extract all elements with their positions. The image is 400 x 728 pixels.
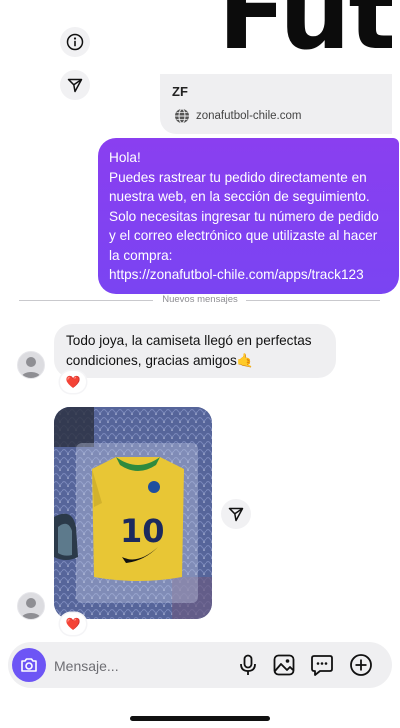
message-composer bbox=[8, 642, 392, 690]
incoming-message-text: Todo joya, la camiseta llegó en perfecta… bbox=[66, 333, 312, 368]
sticker-icon[interactable] bbox=[310, 653, 334, 677]
globe-icon bbox=[175, 108, 189, 124]
heart-reaction[interactable]: ❤️ bbox=[60, 613, 86, 635]
info-icon bbox=[66, 33, 84, 51]
incoming-photo[interactable]: 10 bbox=[54, 407, 212, 619]
default-avatar-icon bbox=[21, 357, 41, 378]
home-indicator[interactable] bbox=[130, 716, 270, 721]
outgoing-message-text: Hola! Puedes rastrear tu pedido directam… bbox=[109, 150, 379, 282]
message-input[interactable] bbox=[52, 642, 226, 690]
share-icon bbox=[228, 507, 244, 522]
info-button[interactable] bbox=[60, 27, 90, 57]
camera-button[interactable] bbox=[12, 648, 46, 682]
microphone-icon[interactable] bbox=[236, 653, 260, 677]
share-photo-button[interactable] bbox=[221, 499, 251, 529]
jersey-photo: 10 bbox=[54, 407, 212, 619]
avatar[interactable] bbox=[17, 351, 45, 379]
heart-icon: ❤️ bbox=[65, 617, 81, 631]
avatar[interactable] bbox=[17, 592, 45, 620]
link-preview-title: ZF bbox=[172, 84, 188, 99]
jersey-number: 10 bbox=[120, 512, 165, 550]
new-messages-divider-label: Nuevos mensajes bbox=[162, 294, 238, 305]
heart-reaction[interactable]: ❤️ bbox=[60, 371, 86, 393]
gallery-icon[interactable] bbox=[272, 653, 296, 677]
link-preview-domain: zonafutbol-chile.com bbox=[196, 110, 302, 122]
add-icon[interactable] bbox=[349, 653, 373, 677]
link-preview-image: Fut bbox=[160, 0, 392, 74]
link-preview-card[interactable]: Fut ZF zonafutbol-chile.com bbox=[160, 0, 392, 134]
default-avatar-icon bbox=[21, 598, 41, 619]
outgoing-message-bubble[interactable]: Hola! Puedes rastrear tu pedido directam… bbox=[98, 138, 399, 294]
camera-icon bbox=[21, 658, 37, 672]
preview-brand-text: Fut bbox=[218, 0, 392, 72]
incoming-message-bubble[interactable]: Todo joya, la camiseta llegó en perfecta… bbox=[54, 324, 336, 378]
share-icon bbox=[67, 78, 83, 93]
share-button[interactable] bbox=[60, 70, 90, 100]
heart-icon: ❤️ bbox=[65, 375, 81, 389]
